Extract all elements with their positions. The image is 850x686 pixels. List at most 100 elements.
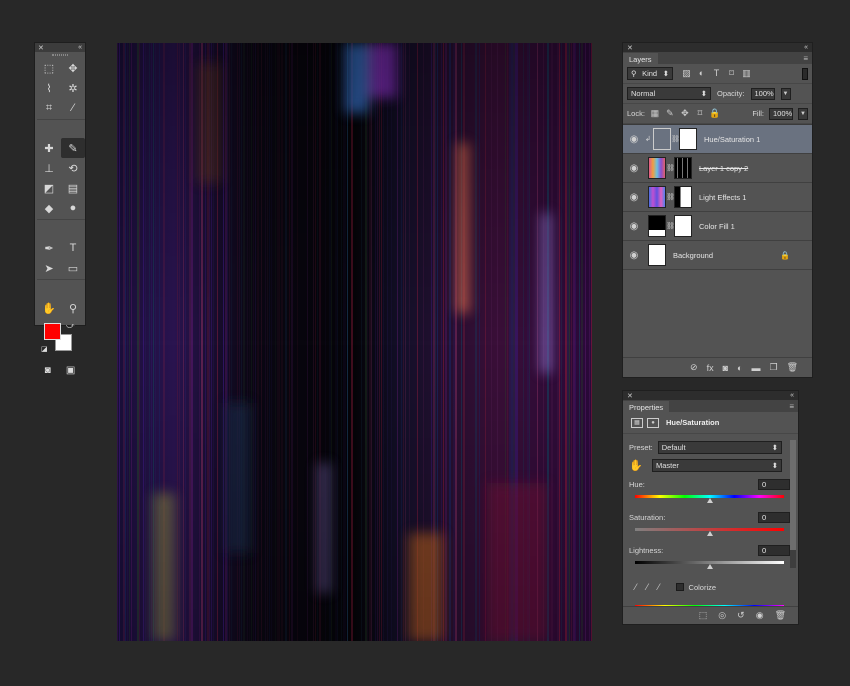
layer-thumbnail[interactable] [648, 244, 666, 266]
image-filter-icon[interactable]: ▨ [681, 68, 692, 79]
delete-icon[interactable]: 🗑 [775, 610, 786, 621]
clip-to-layer-icon[interactable]: ⬚ [699, 610, 708, 621]
opacity-dropdown-icon[interactable]: ▼ [780, 87, 791, 100]
gradient-tool-icon[interactable]: ▤ [61, 178, 85, 198]
link-icon[interactable]: ⛓ [666, 164, 675, 172]
hue-slider-thumb[interactable] [706, 498, 713, 503]
close-icon[interactable]: ✕ [38, 44, 44, 52]
tools-panel-header[interactable]: ✕ « [35, 43, 85, 52]
move-tool-icon[interactable]: ✥ [61, 58, 85, 78]
path-selection-tool-icon[interactable]: ➤ [37, 258, 61, 278]
close-icon[interactable]: ✕ [627, 44, 633, 52]
targeted-adjustment-hand-icon[interactable]: ✋ [629, 459, 647, 472]
crop-tool-icon[interactable]: ⌗ [37, 98, 61, 118]
delete-icon[interactable]: 🗑 [787, 362, 798, 373]
fill-input[interactable]: 100% [769, 107, 793, 120]
swap-colors-icon[interactable]: ⤻ [66, 321, 75, 331]
properties-panel-topbar[interactable]: ✕ « [623, 391, 798, 400]
tab-layers[interactable]: Layers [623, 53, 658, 64]
opacity-input[interactable]: 100% [750, 87, 775, 100]
quick-mask-icon[interactable]: ◙ [45, 365, 51, 376]
pen-tool-icon[interactable]: ✒ [37, 238, 61, 258]
link-icon[interactable]: ⛓ [671, 135, 680, 143]
saturation-input[interactable]: 0 [758, 511, 790, 523]
filter-toggle[interactable] [802, 67, 808, 80]
reset-icon[interactable]: ↺ [737, 610, 745, 621]
close-icon[interactable]: ✕ [627, 392, 633, 400]
panel-menu-icon[interactable]: ≡ [789, 401, 794, 412]
lock-all-icon[interactable]: 🔒 [709, 108, 720, 119]
layers-panel-topbar[interactable]: ✕ « [623, 43, 812, 52]
hand-tool-icon[interactable]: ✋ [37, 298, 61, 318]
marquee-tool-icon[interactable]: ⬚ [37, 58, 61, 78]
visibility-eye-icon[interactable]: ◉ [623, 134, 645, 145]
layer-mask-thumbnail[interactable] [674, 157, 692, 179]
scrollbar-thumb[interactable] [790, 440, 796, 550]
layer-thumbnail[interactable] [648, 186, 666, 208]
lightness-input[interactable]: 0 [758, 544, 790, 556]
layer-name[interactable]: Layer 1 copy 2 [699, 164, 748, 173]
eyedropper-icon[interactable]: ⁄ [635, 582, 637, 592]
eyedropper-tool-icon[interactable]: ⁄ [61, 98, 85, 118]
healing-brush-tool-icon[interactable]: ✚ [37, 138, 61, 158]
visibility-eye-icon[interactable]: ◉ [623, 221, 645, 232]
mask-icon[interactable]: ● [647, 417, 659, 428]
lock-image-pixels-icon[interactable]: ✎ [665, 108, 675, 119]
layer-row[interactable]: ◉ ⛓ Layer 1 copy 2 [623, 154, 812, 183]
layer-mask-thumbnail[interactable] [679, 128, 697, 150]
shape-filter-icon[interactable]: ⌑ [726, 68, 737, 79]
lightness-slider[interactable] [635, 561, 784, 569]
link-icon[interactable]: ⛓ [666, 193, 675, 201]
brush-tool-icon[interactable]: ✎ [61, 138, 85, 158]
layer-mask-thumbnail[interactable] [674, 215, 692, 237]
layer-name[interactable]: Light Effects 1 [699, 193, 746, 202]
layer-row[interactable]: ◉ Background 🔒 [623, 241, 812, 270]
layer-thumbnail[interactable] [653, 128, 671, 150]
smart-object-filter-icon[interactable]: ▥ [741, 68, 752, 79]
prevent-autonest-icon[interactable]: ⌑ [695, 108, 705, 119]
foreground-color-swatch[interactable] [44, 323, 61, 340]
saturation-slider-thumb[interactable] [706, 531, 713, 536]
properties-scrollbar[interactable] [790, 440, 796, 568]
visibility-eye-icon[interactable]: ◉ [623, 163, 645, 174]
layer-row[interactable]: ◉ ⛓ Color Fill 1 [623, 212, 812, 241]
type-tool-icon[interactable]: T [61, 238, 85, 258]
zoom-tool-icon[interactable]: ⚲ [61, 298, 85, 318]
fill-dropdown-icon[interactable]: ▼ [798, 107, 808, 120]
link-layers-icon[interactable]: ⊘ [690, 362, 698, 373]
adjustment-icon[interactable]: ▦ [631, 417, 643, 428]
lasso-tool-icon[interactable]: ⌇ [37, 78, 61, 98]
colorize-checkbox[interactable] [675, 583, 684, 591]
document-canvas[interactable] [117, 43, 592, 641]
layer-name[interactable]: Color Fill 1 [699, 222, 735, 231]
new-adjustment-icon[interactable]: ◐ [737, 363, 742, 373]
hue-input[interactable]: 0 [758, 478, 790, 490]
add-mask-icon[interactable]: ◙ [723, 363, 728, 373]
layer-thumbnail[interactable] [648, 215, 666, 237]
adjustment-filter-icon[interactable]: ◐ [696, 68, 707, 79]
eraser-tool-icon[interactable]: ◩ [37, 178, 61, 198]
layer-thumbnail[interactable] [648, 157, 666, 179]
rectangle-tool-icon[interactable]: ▭ [61, 258, 85, 278]
panel-menu-icon[interactable]: ≡ [803, 53, 808, 64]
collapse-icon[interactable]: « [790, 392, 794, 399]
eyedropper-minus-icon[interactable]: ⁄ [658, 582, 660, 592]
lock-transparent-pixels-icon[interactable]: ▦ [650, 108, 660, 119]
lock-icon[interactable]: 🔒 [780, 251, 790, 260]
fx-icon[interactable]: fx [707, 363, 714, 373]
lightness-slider-thumb[interactable] [706, 564, 713, 569]
lock-position-icon[interactable]: ✥ [680, 108, 690, 119]
default-colors-icon[interactable]: ◪ [41, 345, 48, 353]
new-group-icon[interactable]: ▬ [751, 363, 760, 373]
hue-slider[interactable] [635, 495, 784, 503]
toggle-visibility-icon[interactable]: ◉ [756, 610, 764, 621]
history-brush-tool-icon[interactable]: ⟲ [61, 158, 85, 178]
blend-mode-select[interactable]: Normal ⬍ [627, 87, 711, 100]
layer-row[interactable]: ◉ ⛓ Light Effects 1 [623, 183, 812, 212]
view-previous-icon[interactable]: ◎ [718, 610, 726, 621]
new-layer-icon[interactable]: ❐ [769, 362, 777, 373]
collapse-icon[interactable]: « [804, 44, 808, 51]
tab-properties[interactable]: Properties [623, 401, 670, 412]
eyedropper-plus-icon[interactable]: ⁄ [647, 582, 649, 592]
blur-tool-icon[interactable]: ◆ [37, 198, 61, 218]
